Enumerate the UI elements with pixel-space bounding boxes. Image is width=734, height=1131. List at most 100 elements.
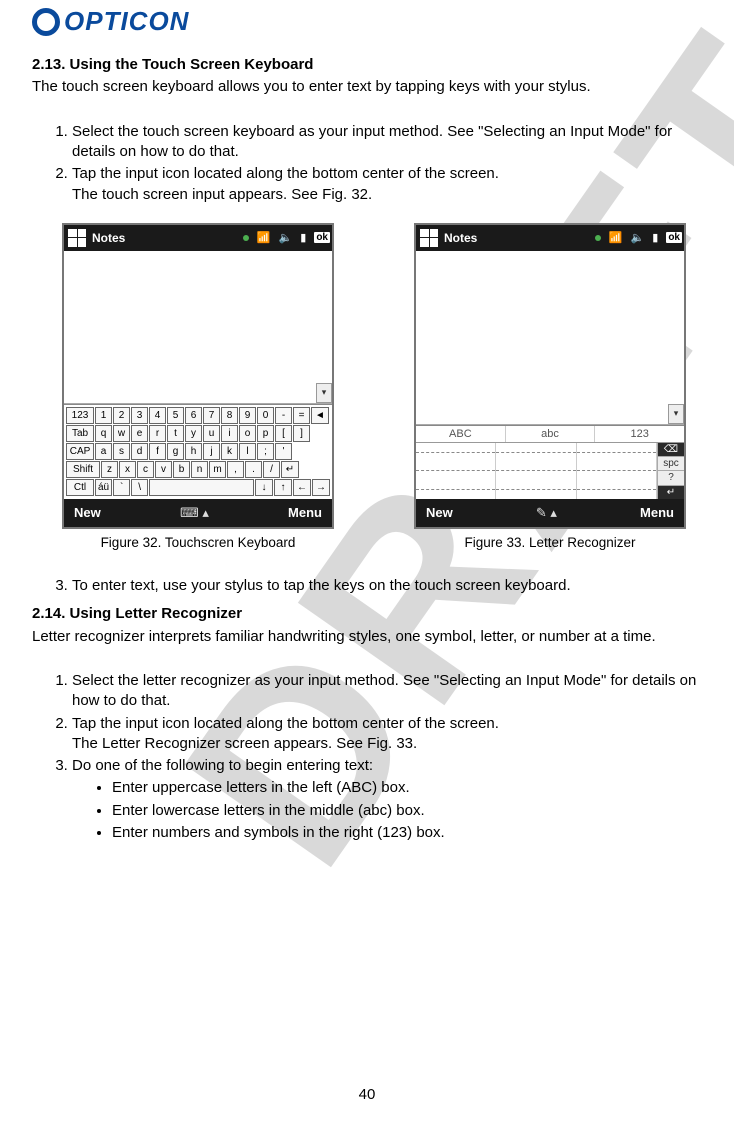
key[interactable]: 6 — [185, 407, 202, 424]
softkey-menu[interactable]: Menu — [640, 505, 674, 520]
recognizer-col-upper[interactable] — [416, 443, 496, 499]
key[interactable]: ↓ — [255, 479, 273, 496]
key[interactable]: ◄ — [311, 407, 329, 424]
brand-logo: OPTICON — [32, 0, 706, 55]
fig32-caption: Figure 32. Touchscren Keyboard — [62, 535, 334, 550]
key[interactable]: ↵ — [281, 461, 299, 478]
key[interactable]: - — [275, 407, 292, 424]
section-213-title: 2.13. Using the Touch Screen Keyboard — [32, 55, 706, 75]
help-button[interactable]: ? — [658, 471, 684, 485]
key[interactable]: i — [221, 425, 238, 442]
recognizer-col-lower[interactable] — [496, 443, 576, 499]
key[interactable]: 123 — [66, 407, 94, 424]
key[interactable]: f — [149, 443, 166, 460]
section-213-steps-cont: To enter text, use your stylus to tap th… — [32, 576, 706, 596]
key[interactable]: . — [245, 461, 262, 478]
fig32-notes-area[interactable]: ▾ — [64, 251, 332, 404]
key[interactable]: k — [221, 443, 238, 460]
key[interactable]: p — [257, 425, 274, 442]
key[interactable]: c — [137, 461, 154, 478]
fig32-tray: 📶 🔈 ▮ ok — [243, 231, 332, 244]
enter-button[interactable]: ↵ — [658, 486, 684, 499]
scroll-down-icon[interactable]: ▾ — [668, 404, 684, 424]
sip-icon[interactable]: ⌨︎ ▴ — [180, 505, 209, 521]
key[interactable]: = — [293, 407, 310, 424]
ok-button[interactable]: ok — [666, 232, 682, 243]
speaker-icon: 🔈 — [631, 231, 645, 244]
list-item: Enter numbers and symbols in the right (… — [112, 823, 706, 843]
key[interactable]: q — [95, 425, 112, 442]
key[interactable]: x — [119, 461, 136, 478]
key[interactable]: y — [185, 425, 202, 442]
fig32-titlebar: Notes 📶 🔈 ▮ ok — [64, 225, 332, 251]
key[interactable]: a — [95, 443, 112, 460]
key[interactable]: [ — [275, 425, 292, 442]
key[interactable]: ← — [293, 479, 311, 496]
list-item: Select the letter recognizer as your inp… — [72, 671, 706, 712]
space-button[interactable]: spc — [658, 457, 684, 471]
scroll-down-icon[interactable]: ▾ — [316, 383, 332, 403]
key[interactable]: ] — [293, 425, 310, 442]
key[interactable]: ; — [257, 443, 274, 460]
tab-numeric[interactable]: 123 — [595, 426, 684, 442]
key[interactable]: j — [203, 443, 220, 460]
key[interactable]: w — [113, 425, 130, 442]
key[interactable] — [149, 479, 254, 496]
antenna-icon: 📶 — [609, 231, 623, 244]
key[interactable]: u — [203, 425, 220, 442]
fig33-recognizer[interactable]: ABC abc 123 ⌫ spc ? ↵ — [416, 425, 684, 499]
key[interactable]: Shift — [66, 461, 100, 478]
key[interactable]: CAP — [66, 443, 94, 460]
key[interactable]: r — [149, 425, 166, 442]
key[interactable]: 0 — [257, 407, 274, 424]
softkey-new[interactable]: New — [74, 505, 101, 520]
key[interactable]: / — [263, 461, 280, 478]
key[interactable]: 1 — [95, 407, 112, 424]
start-icon — [420, 229, 438, 247]
list-item: Tap the input icon located along the bot… — [72, 164, 706, 205]
key[interactable]: Ctl — [66, 479, 94, 496]
key[interactable]: b — [173, 461, 190, 478]
key[interactable]: d — [131, 443, 148, 460]
key[interactable]: 5 — [167, 407, 184, 424]
key[interactable]: ↑ — [274, 479, 292, 496]
key[interactable]: 7 — [203, 407, 220, 424]
tab-upper[interactable]: ABC — [416, 426, 506, 442]
ok-button[interactable]: ok — [314, 232, 330, 243]
key[interactable]: e — [131, 425, 148, 442]
key[interactable]: 9 — [239, 407, 256, 424]
logo-mark-icon — [32, 8, 60, 36]
softkey-new[interactable]: New — [426, 505, 453, 520]
key[interactable]: v — [155, 461, 172, 478]
key[interactable]: m — [209, 461, 226, 478]
key[interactable]: h — [185, 443, 202, 460]
key[interactable]: o — [239, 425, 256, 442]
list-item: To enter text, use your stylus to tap th… — [72, 576, 706, 596]
list-item: Select the touch screen keyboard as your… — [72, 122, 706, 163]
tab-lower[interactable]: abc — [506, 426, 596, 442]
key[interactable]: z — [101, 461, 118, 478]
key[interactable]: l — [239, 443, 256, 460]
softkey-menu[interactable]: Menu — [288, 505, 322, 520]
signal-icon — [595, 235, 601, 241]
fig32-keyboard[interactable]: 1231234567890-=◄ Tabqwertyuiop[] CAPasdf… — [64, 404, 332, 499]
key[interactable]: áü — [95, 479, 112, 496]
fig33-notes-area[interactable]: ▾ — [416, 251, 684, 425]
key[interactable]: 2 — [113, 407, 130, 424]
key[interactable]: Tab — [66, 425, 94, 442]
backspace-button[interactable]: ⌫ — [658, 443, 684, 457]
key[interactable]: s — [113, 443, 130, 460]
sip-icon[interactable]: ✎ ▴ — [536, 505, 557, 521]
key[interactable]: ` — [113, 479, 130, 496]
recognizer-col-numeric[interactable] — [577, 443, 657, 499]
key[interactable]: → — [312, 479, 330, 496]
key[interactable]: g — [167, 443, 184, 460]
key[interactable]: 8 — [221, 407, 238, 424]
key[interactable]: \ — [131, 479, 148, 496]
key[interactable]: , — [227, 461, 244, 478]
key[interactable]: 4 — [149, 407, 166, 424]
key[interactable]: 3 — [131, 407, 148, 424]
key[interactable]: n — [191, 461, 208, 478]
key[interactable]: ' — [275, 443, 292, 460]
key[interactable]: t — [167, 425, 184, 442]
